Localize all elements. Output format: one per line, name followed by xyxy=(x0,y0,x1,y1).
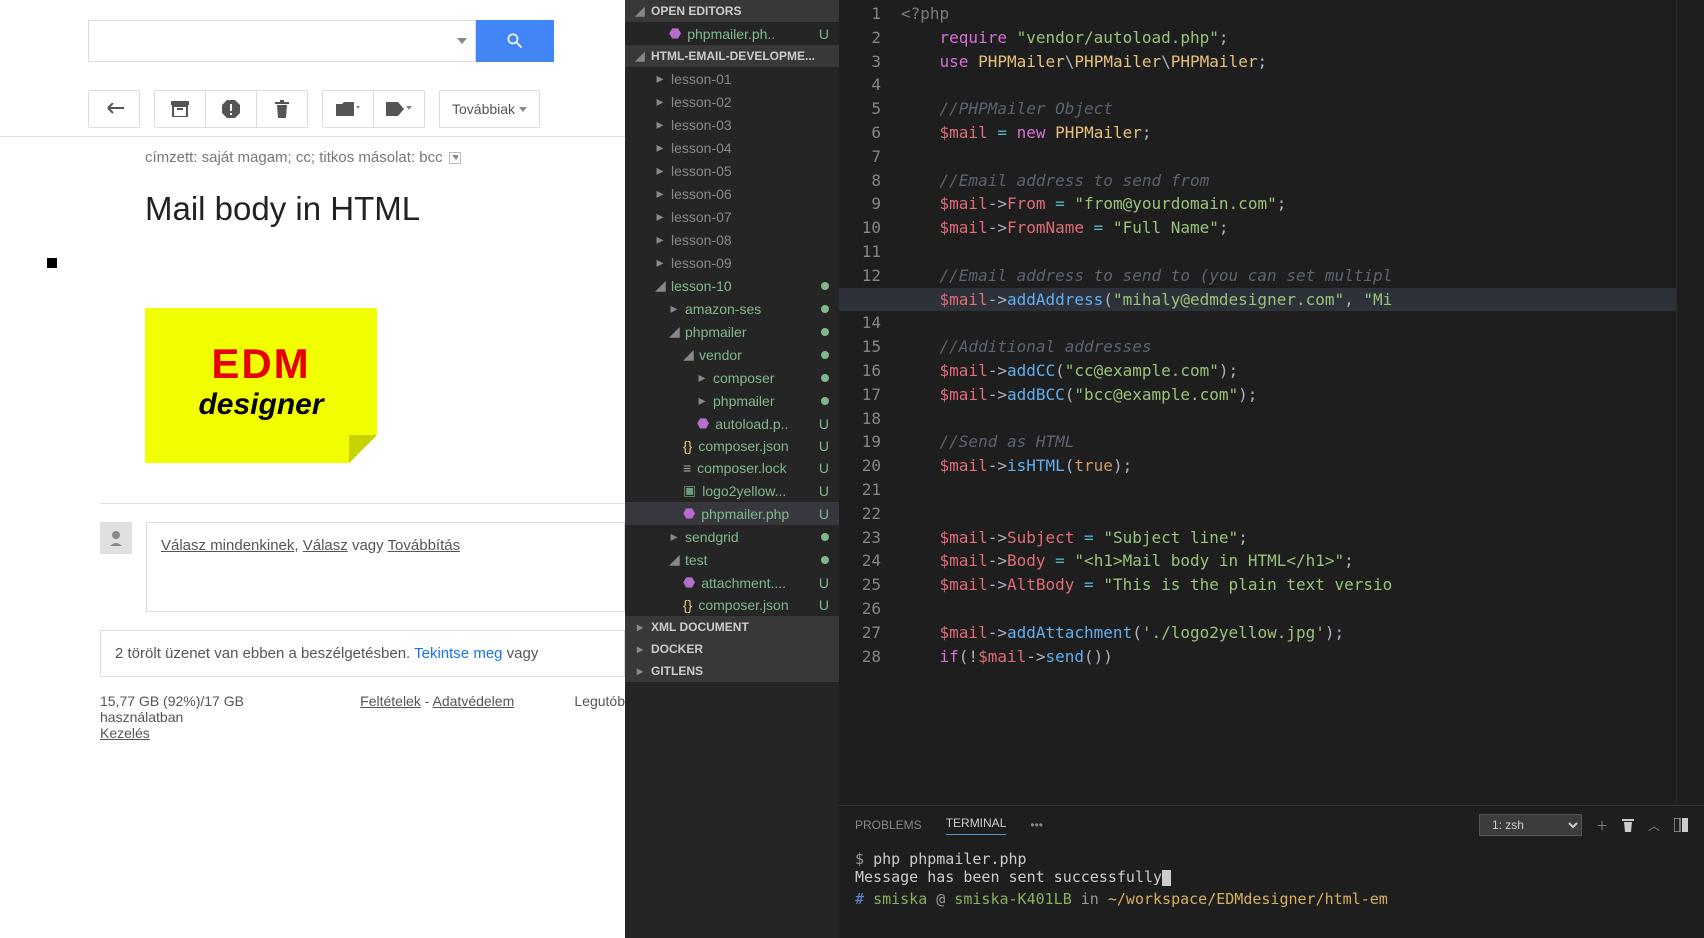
dropdown-icon xyxy=(519,107,527,112)
folder-lesson-05[interactable]: ▸lesson-05 xyxy=(625,159,839,182)
view-deleted-link[interactable]: Tekintse meg xyxy=(414,645,502,662)
spam-icon xyxy=(222,100,240,118)
folder-lesson-08[interactable]: ▸lesson-08 xyxy=(625,228,839,251)
panel-tabs: PROBLEMS TERMINAL ••• 1: zsh ＋ ︿ xyxy=(839,806,1704,844)
reply-link[interactable]: Válasz xyxy=(303,537,348,554)
gitlens-section[interactable]: ▸GITLENS xyxy=(625,660,839,682)
back-button[interactable] xyxy=(88,90,140,128)
reply-input[interactable]: Válasz mindenkinek, Válasz vagy Továbbít… xyxy=(146,522,625,612)
folder-lesson-03[interactable]: ▸lesson-03 xyxy=(625,113,839,136)
folder-composer[interactable]: ▸composer xyxy=(625,366,839,389)
file-composer-json2[interactable]: {}composer.jsonU xyxy=(625,594,839,616)
storage-info: 15,77 GB (92%)/17 GB használatban Kezelé… xyxy=(100,693,300,741)
reply-all-link[interactable]: Válasz mindenkinek xyxy=(161,537,294,554)
search-input[interactable] xyxy=(88,20,476,62)
editor-area: 1234567891011121314151617181920212223242… xyxy=(839,0,1704,938)
gmail-footer: 15,77 GB (92%)/17 GB használatban Kezelé… xyxy=(0,677,625,741)
folder-phpmailer[interactable]: ◢phpmailer xyxy=(625,320,839,343)
archive-button[interactable] xyxy=(154,90,206,128)
new-terminal-button[interactable]: ＋ xyxy=(1596,817,1608,834)
footer-links: Feltételek - Adatvédelem xyxy=(360,693,514,741)
folder-test[interactable]: ◢test xyxy=(625,548,839,571)
marker xyxy=(47,258,57,268)
folder-sendgrid[interactable]: ▸sendgrid xyxy=(625,525,839,548)
shell-select[interactable]: 1: zsh xyxy=(1479,814,1582,836)
logo-line1: EDM xyxy=(145,308,377,388)
manage-link[interactable]: Kezelés xyxy=(100,725,150,741)
deleted-notice: 2 törölt üzenet van ebben a beszélgetésb… xyxy=(100,630,625,677)
back-icon xyxy=(104,103,124,115)
workspace-header[interactable]: ◢HTML-EMAIL-DEVELOPME... xyxy=(625,45,839,67)
open-editor-item[interactable]: ⬣phpmailer.ph..U xyxy=(625,22,839,45)
spam-button[interactable] xyxy=(205,90,257,128)
dropdown-icon[interactable] xyxy=(457,38,467,44)
folder-lesson-09[interactable]: ▸lesson-09 xyxy=(625,251,839,274)
more-tabs[interactable]: ••• xyxy=(1030,818,1043,832)
more-button[interactable]: Továbbiak xyxy=(439,90,540,128)
edm-logo-image: EDM designer xyxy=(145,308,377,463)
search-icon xyxy=(505,31,525,51)
archive-icon xyxy=(171,101,189,117)
minimap[interactable] xyxy=(1676,0,1704,805)
explorer-panel: ◢OPEN EDITORS ⬣phpmailer.ph..U ◢HTML-EMA… xyxy=(625,0,839,938)
move-button[interactable] xyxy=(322,90,374,128)
folder-lesson-10[interactable]: ◢lesson-10 xyxy=(625,274,839,297)
vscode-pane: ◢OPEN EDITORS ⬣phpmailer.ph..U ◢HTML-EMA… xyxy=(625,0,1704,938)
split-button[interactable] xyxy=(1674,818,1688,832)
reply-section: Válasz mindenkinek, Válasz vagy Továbbít… xyxy=(100,503,625,612)
folder-amazon-ses[interactable]: ▸amazon-ses xyxy=(625,297,839,320)
file-autoload[interactable]: ⬣autoload.p..U xyxy=(625,412,839,435)
terms-link[interactable]: Feltételek xyxy=(360,693,421,709)
recipients-line: címzett: saját magam; cc; titkos másolat… xyxy=(145,149,625,166)
folder-lesson-04[interactable]: ▸lesson-04 xyxy=(625,136,839,159)
folder-lesson-02[interactable]: ▸lesson-02 xyxy=(625,90,839,113)
folder-phpmailer-vendor[interactable]: ▸phpmailer xyxy=(625,389,839,412)
search-bar xyxy=(0,0,625,82)
file-phpmailer-php[interactable]: ⬣phpmailer.phpU xyxy=(625,502,839,525)
folder-vendor[interactable]: ◢vendor xyxy=(625,343,839,366)
terminal-tab[interactable]: TERMINAL xyxy=(946,816,1007,835)
logo-line2: designer xyxy=(145,388,377,422)
expand-icon[interactable] xyxy=(449,152,461,164)
delete-button[interactable] xyxy=(256,90,308,128)
maximize-button[interactable]: ︿ xyxy=(1648,817,1660,834)
trash-icon xyxy=(1622,818,1634,832)
terminal-content[interactable]: $ php phpmailer.php Message has been sen… xyxy=(839,844,1704,938)
file-composer-lock[interactable]: ≡composer.lockU xyxy=(625,457,839,479)
forward-link[interactable]: Továbbítás xyxy=(388,537,461,554)
gmail-pane: Továbbiak címzett: saját magam; cc; titk… xyxy=(0,0,625,938)
bottom-panel: PROBLEMS TERMINAL ••• 1: zsh ＋ ︿ $ php p… xyxy=(839,805,1704,938)
mail-body: címzett: saját magam; cc; titkos másolat… xyxy=(0,137,625,677)
problems-tab[interactable]: PROBLEMS xyxy=(855,818,922,832)
file-attachment[interactable]: ⬣attachment....U xyxy=(625,571,839,594)
file-logo[interactable]: ▣logo2yellow...U xyxy=(625,479,839,502)
trash-icon xyxy=(275,100,289,118)
code-content[interactable]: <?php require "vendor/autoload.php"; use… xyxy=(901,0,1676,805)
mail-subject: Mail body in HTML xyxy=(145,190,625,228)
folder-lesson-06[interactable]: ▸lesson-06 xyxy=(625,182,839,205)
split-icon xyxy=(1674,818,1688,832)
label-icon xyxy=(386,102,412,116)
code-editor[interactable]: 1234567891011121314151617181920212223242… xyxy=(839,0,1704,805)
folder-icon xyxy=(336,102,360,116)
folder-lesson-01[interactable]: ▸lesson-01 xyxy=(625,67,839,90)
xml-section[interactable]: ▸XML DOCUMENT xyxy=(625,616,839,638)
folder-lesson-07[interactable]: ▸lesson-07 xyxy=(625,205,839,228)
search-button[interactable] xyxy=(476,20,554,62)
avatar-icon xyxy=(100,522,132,554)
kill-terminal-button[interactable] xyxy=(1622,818,1634,832)
line-numbers: 1234567891011121314151617181920212223242… xyxy=(839,0,901,805)
file-composer-json[interactable]: {}composer.jsonU xyxy=(625,435,839,457)
privacy-link[interactable]: Adatvédelem xyxy=(433,693,515,709)
mail-toolbar: Továbbiak xyxy=(0,82,625,137)
label-button[interactable] xyxy=(373,90,425,128)
last-activity: Legutób xyxy=(574,693,625,741)
open-editors-header[interactable]: ◢OPEN EDITORS xyxy=(625,0,839,22)
docker-section[interactable]: ▸DOCKER xyxy=(625,638,839,660)
